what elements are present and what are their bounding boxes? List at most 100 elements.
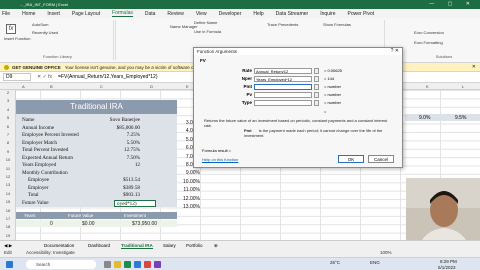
close-icon[interactable]: ? ✕ <box>391 48 399 55</box>
sheet-tab-dashboard[interactable]: Dashboard <box>88 243 110 248</box>
insert-function-button[interactable]: Insert Function <box>4 36 30 41</box>
file-explorer-icon[interactable] <box>114 261 121 268</box>
app-icon[interactable] <box>144 261 151 268</box>
row-number[interactable]: 13 <box>0 182 16 187</box>
row-number[interactable]: 14 <box>0 191 16 196</box>
ira-title[interactable]: Traditional IRA <box>16 100 177 114</box>
name-box[interactable]: D9 <box>3 73 31 81</box>
rate-cell[interactable]: 13.00% <box>172 204 200 210</box>
tab-developer[interactable]: Developer <box>219 11 242 17</box>
ira-row-expected-return[interactable]: Expected Annual Return 7.50% <box>18 155 176 162</box>
tab-file[interactable]: File <box>2 11 10 17</box>
col-k[interactable]: K <box>426 84 429 89</box>
collapse-dialog-icon[interactable] <box>314 68 319 74</box>
ira-row-employee-percent[interactable]: Employee Percent Invested 7.25% <box>18 132 176 139</box>
tab-review[interactable]: Review <box>167 11 183 17</box>
help-link[interactable]: Help on this function <box>202 157 238 162</box>
ira-row-employer-match[interactable]: Employer Match 5.50% <box>18 140 176 147</box>
use-in-formula-button[interactable]: Use in Formula <box>194 29 221 34</box>
ira-row-name[interactable]: Name Suvo Banerjee <box>18 117 176 124</box>
row-number[interactable]: 18 <box>0 224 16 229</box>
tab-home[interactable]: Home <box>22 11 35 17</box>
clock-time[interactable]: 8:29 PM <box>440 259 457 264</box>
col-c[interactable]: C <box>100 84 103 89</box>
sheet-tab-salary[interactable]: Salary <box>163 243 176 248</box>
row-number[interactable]: 19 <box>0 233 16 238</box>
nper-input[interactable]: Years_Employed*12 <box>254 76 312 82</box>
col-l[interactable]: L <box>462 84 464 89</box>
tab-page-layout[interactable]: Page Layout <box>72 11 100 17</box>
col-e[interactable]: E <box>186 84 189 89</box>
ira-row-total-percent[interactable]: Total Percent Invested 12.75% <box>18 147 176 154</box>
taskbar-search[interactable]: Search <box>26 260 96 269</box>
language-indicator[interactable]: ENG <box>370 260 380 265</box>
app-icon[interactable] <box>154 261 161 268</box>
ira-row-total[interactable]: Total $903.13 <box>18 192 176 199</box>
show-formulas-button[interactable]: Show Formulas <box>323 22 351 27</box>
collapse-dialog-icon[interactable] <box>314 84 319 90</box>
zoom-level[interactable]: 100% <box>380 250 392 255</box>
collapse-dialog-icon[interactable] <box>314 92 319 98</box>
tab-data-streamer[interactable]: Data Streamer <box>276 11 309 17</box>
rate-cell[interactable]: 10.00% <box>172 179 200 185</box>
col-d[interactable]: D <box>150 84 153 89</box>
euro-formatting-button[interactable]: Euro Formatting <box>414 40 443 45</box>
rate-cell[interactable]: 12.00% <box>172 196 200 202</box>
rate-cell[interactable]: 9.00% <box>172 170 200 176</box>
row-number[interactable]: 10 <box>0 157 16 162</box>
trace-precedents-button[interactable]: Trace Precedents <box>267 22 298 27</box>
accessibility-status[interactable]: Accessibility: Investigate <box>26 250 75 255</box>
tab-inquire[interactable]: Inquire <box>320 11 335 17</box>
table-row[interactable]: 0 $0.00 $73,950.00 <box>16 220 177 227</box>
ira-row-employer[interactable]: Employer $389.58 <box>18 185 176 192</box>
collapse-dialog-icon[interactable] <box>314 76 319 82</box>
type-input[interactable] <box>254 100 312 106</box>
edge-icon[interactable] <box>134 261 141 268</box>
cancel-button[interactable]: Cancel <box>368 155 394 163</box>
row-number[interactable]: 5 <box>0 115 16 120</box>
ira-row-employee[interactable]: Employee $513.54 <box>18 177 176 184</box>
col-b[interactable]: B <box>50 84 53 89</box>
rate-input[interactable]: Annual_Return/12 <box>254 68 312 74</box>
tab-formulas[interactable]: Formulas <box>112 10 133 17</box>
formula-input[interactable]: =FV(Annual_Return/12,Years_Employed*12) <box>58 74 157 80</box>
weather[interactable]: 26°C <box>330 260 340 265</box>
pmt-input[interactable] <box>254 84 312 90</box>
row-number[interactable]: 17 <box>0 216 16 221</box>
euro-conversion-button[interactable]: Euro Conversion <box>414 30 444 35</box>
row-number[interactable]: 15 <box>0 199 16 204</box>
row-number[interactable]: 8 <box>0 140 16 145</box>
future-value-cell[interactable]: oyed*12) <box>114 199 156 207</box>
pv-input[interactable] <box>254 92 312 98</box>
tab-view[interactable]: View <box>196 11 207 17</box>
ira-row-years-employed[interactable]: Years Employed 12 <box>18 162 176 169</box>
tab-data[interactable]: Data <box>145 11 156 17</box>
row-number[interactable]: 6 <box>0 124 16 129</box>
ira-row-future-value[interactable]: Future Value oyed*12) <box>18 199 176 207</box>
excel-icon[interactable] <box>124 261 131 268</box>
window-controls[interactable]: — ▢ ✕ <box>429 1 476 7</box>
row-number[interactable]: 12 <box>0 174 16 179</box>
rate-header-cell[interactable]: 9.5% <box>455 115 466 121</box>
rate-cell[interactable]: 11.00% <box>172 187 200 193</box>
row-number[interactable]: 7 <box>0 132 16 137</box>
sheet-tab-portfolio[interactable]: Portfolio <box>186 243 203 248</box>
tab-insert[interactable]: Insert <box>47 11 60 17</box>
recently-used-button[interactable]: Recently Used <box>32 30 58 35</box>
task-view-icon[interactable] <box>104 261 111 268</box>
row-number[interactable]: 4 <box>0 107 16 112</box>
ira-row-annual-income[interactable]: Annual Income $85,000.00 <box>18 125 176 132</box>
col-a[interactable]: A <box>22 84 25 89</box>
row-number[interactable]: 9 <box>0 149 16 154</box>
sheet-tab-documentation[interactable]: Documentation <box>44 243 74 248</box>
insert-function-icon[interactable]: fx <box>6 24 16 34</box>
fx-icon[interactable]: ✕ ✓ fx <box>37 74 52 80</box>
tab-power-pivot[interactable]: Power Pivot <box>347 11 374 17</box>
autosum-button[interactable]: AutoSum <box>32 22 48 27</box>
row-number[interactable]: 2 <box>0 90 16 95</box>
row-number[interactable]: 16 <box>0 208 16 213</box>
row-number[interactable]: 3 <box>0 98 16 103</box>
rate-header-cell[interactable]: 9.0% <box>419 115 430 121</box>
define-name-button[interactable]: Define Name <box>194 20 217 25</box>
close-icon[interactable]: ✕ <box>472 64 476 70</box>
